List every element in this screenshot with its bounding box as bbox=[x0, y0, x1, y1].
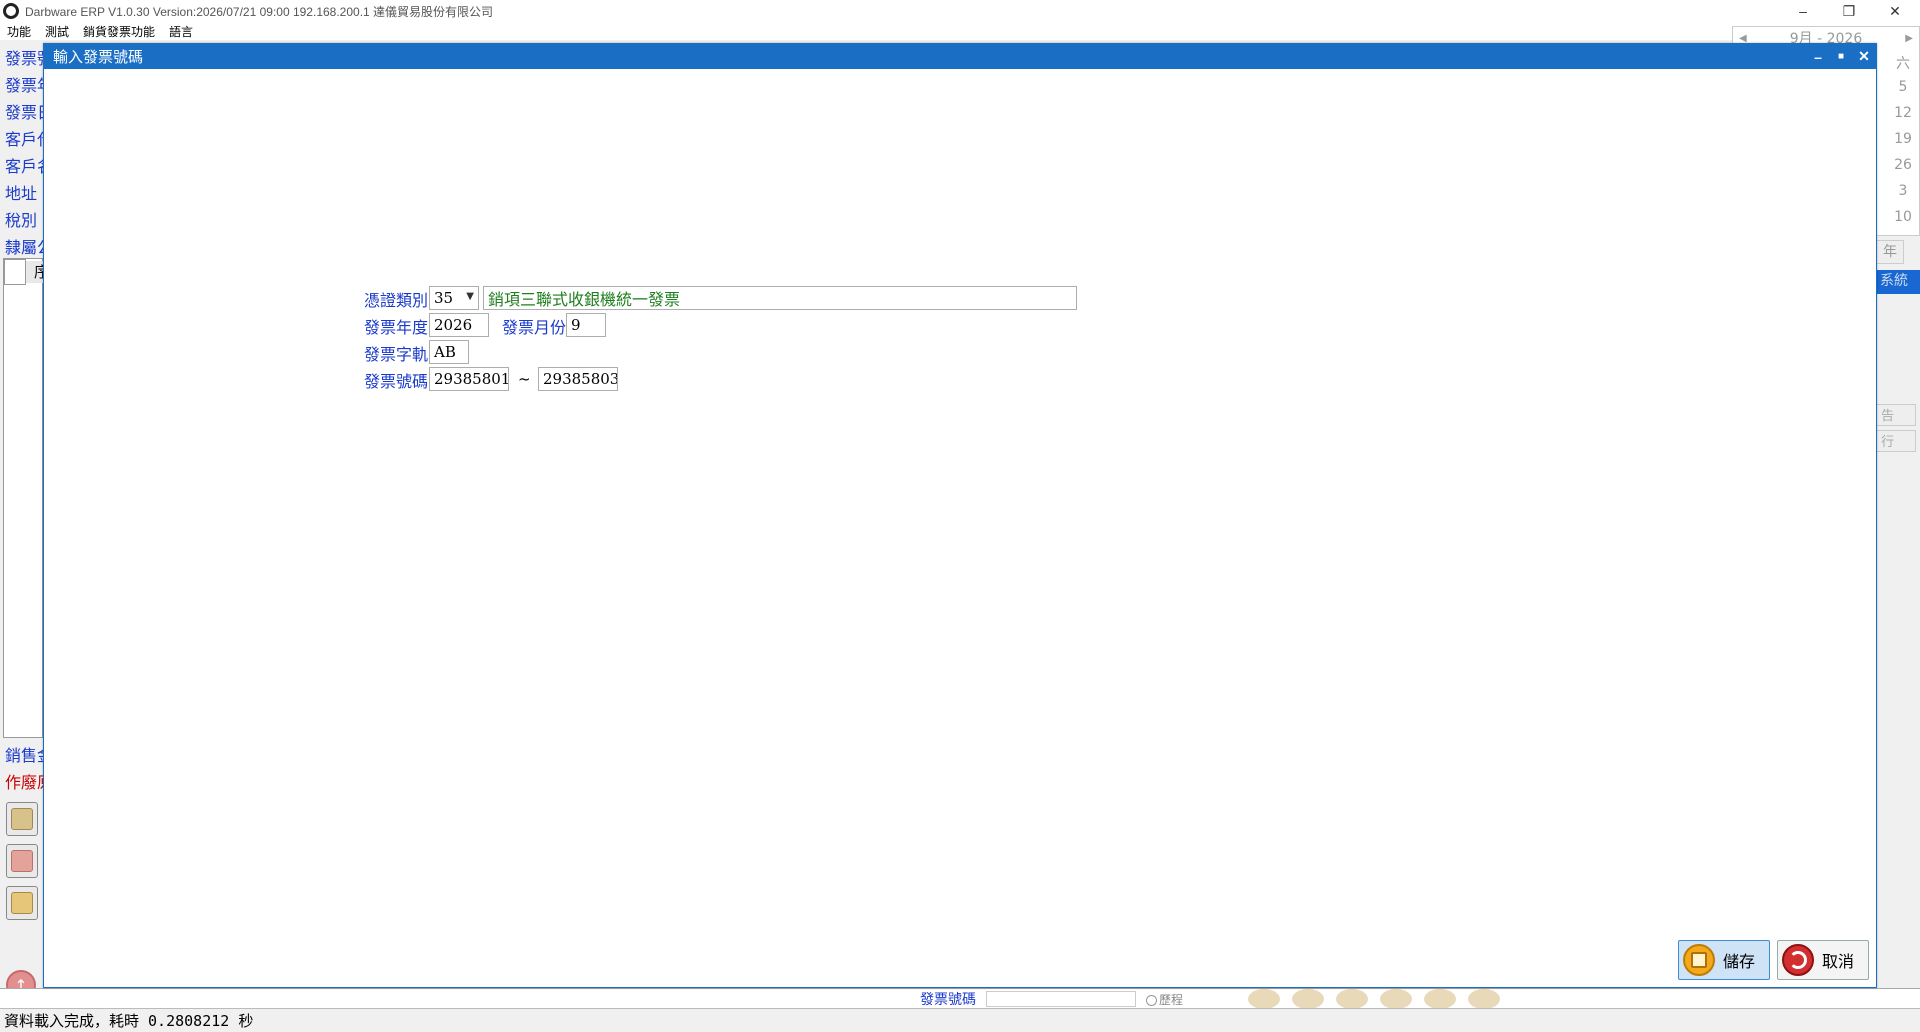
nav-info-icon[interactable] bbox=[1468, 989, 1500, 1009]
window-close-button[interactable]: ✕ bbox=[1872, 0, 1918, 22]
nav-first-icon[interactable] bbox=[1248, 989, 1280, 1009]
dialog-minimize-button[interactable]: – bbox=[1807, 44, 1829, 69]
window-minimize-button[interactable]: – bbox=[1780, 0, 1826, 22]
invoice-number-to-input[interactable]: 29385803 bbox=[538, 367, 618, 391]
voucher-type-select[interactable]: 35 ▼ bbox=[429, 286, 479, 310]
save-button[interactable]: 儲存 bbox=[1678, 940, 1770, 980]
window-restore-button[interactable]: ❐ bbox=[1826, 0, 1872, 22]
bg-side-folder-button[interactable] bbox=[6, 886, 38, 920]
status-bar: 資料載入完成，耗時 0.2808212 秒 bbox=[0, 1008, 1920, 1032]
calendar-prev-icon[interactable]: ◀ bbox=[1739, 33, 1747, 44]
window-title-bar: Darbware ERP V1.0.30 Version:2026/07/21 … bbox=[0, 0, 1920, 22]
calendar-cell[interactable]: 10 bbox=[1883, 209, 1920, 235]
voucher-type-label: 憑證類別 bbox=[364, 293, 429, 310]
dialog-maximize-button[interactable]: ■ bbox=[1830, 44, 1852, 69]
calendar-cell[interactable]: 26 bbox=[1883, 157, 1920, 183]
menu-function[interactable]: 功能 bbox=[0, 23, 38, 40]
dialog-title: 輸入發票號碼 bbox=[53, 49, 144, 66]
invoice-year-input[interactable]: 2026 bbox=[429, 313, 489, 337]
save-icon bbox=[1683, 944, 1715, 976]
bg-history-radio[interactable]: 歷程 bbox=[1146, 991, 1183, 1008]
calendar-cell[interactable]: 六 bbox=[1883, 53, 1920, 79]
invoice-month-input[interactable]: 9 bbox=[566, 313, 606, 337]
radio-icon bbox=[1146, 995, 1157, 1006]
bg-right-button-1[interactable]: 告 bbox=[1876, 404, 1916, 426]
bg-right-button-2[interactable]: 行 bbox=[1876, 430, 1916, 452]
dialog-title-bar: 輸入發票號碼 – ■ ✕ bbox=[44, 44, 1876, 69]
app-logo-icon bbox=[3, 3, 19, 19]
bg-history-radio-label: 歷程 bbox=[1159, 993, 1184, 1007]
invoice-track-label: 發票字軌 bbox=[364, 347, 429, 364]
bg-year-button[interactable]: 年 bbox=[1876, 240, 1904, 264]
bg-detail-grid: 序 bbox=[3, 258, 49, 738]
invoice-year-label: 發票年度 bbox=[364, 320, 429, 337]
user-icon bbox=[11, 850, 33, 872]
menu-test[interactable]: 測試 bbox=[38, 23, 76, 40]
menu-sales-invoice[interactable]: 銷貨發票功能 bbox=[76, 23, 162, 40]
bg-grid-corner-cell bbox=[4, 259, 26, 285]
menu-language[interactable]: 語言 bbox=[162, 23, 200, 40]
invoice-track-input[interactable]: AB bbox=[429, 340, 469, 364]
cancel-icon bbox=[1782, 944, 1814, 976]
calendar-cell[interactable]: 12 bbox=[1883, 105, 1920, 131]
window-title: Darbware ERP V1.0.30 Version:2026/07/21 … bbox=[25, 4, 494, 19]
bg-side-edit-button[interactable] bbox=[6, 802, 38, 836]
dialog-close-button[interactable]: ✕ bbox=[1853, 44, 1875, 69]
cancel-button[interactable]: 取消 bbox=[1777, 940, 1869, 980]
voucher-type-description: 銷項三聯式收銀機統一發票 bbox=[483, 286, 1077, 310]
invoice-number-label: 發票號碼 bbox=[364, 374, 429, 391]
nav-prev-icon[interactable] bbox=[1292, 989, 1324, 1009]
number-range-separator: ~ bbox=[518, 370, 531, 388]
bg-label-address: 地址 bbox=[5, 186, 38, 203]
invoice-number-from-input[interactable]: 29385801 bbox=[429, 367, 509, 391]
bg-system-button[interactable]: 系統 bbox=[1876, 270, 1920, 294]
folder-icon bbox=[11, 892, 33, 914]
bg-bottom-label: 發票號碼 bbox=[920, 992, 976, 1008]
calendar-next-icon[interactable]: ▶ bbox=[1905, 33, 1913, 44]
cancel-button-label: 取消 bbox=[1822, 954, 1855, 971]
save-button-label: 儲存 bbox=[1723, 954, 1756, 971]
calendar-cell[interactable]: 19 bbox=[1883, 131, 1920, 157]
invoice-number-dialog: 輸入發票號碼 – ■ ✕ 憑證類別 35 ▼ 銷項三聯式收銀機統一發票 發票年度… bbox=[43, 43, 1877, 988]
chevron-down-icon: ▼ bbox=[466, 291, 474, 302]
nav-next-icon[interactable] bbox=[1380, 989, 1412, 1009]
calendar-cell[interactable]: 5 bbox=[1883, 79, 1920, 105]
nav-last-icon[interactable] bbox=[1424, 989, 1456, 1009]
menu-bar: 功能 測試 銷貨發票功能 語言 bbox=[0, 22, 1920, 40]
calendar-cell[interactable]: 3 bbox=[1883, 183, 1920, 209]
bg-bottom-toolbar: 發票號碼 歷程 bbox=[0, 988, 1920, 1009]
voucher-type-value: 35 bbox=[434, 289, 454, 307]
invoice-month-label: 發票月份 bbox=[502, 320, 567, 337]
nav-search-icon[interactable] bbox=[1336, 989, 1368, 1009]
note-icon bbox=[11, 808, 33, 830]
bg-label-tax-type: 稅別 bbox=[5, 213, 38, 230]
bg-side-user-button[interactable] bbox=[6, 844, 38, 878]
bg-bottom-input[interactable] bbox=[986, 991, 1136, 1007]
